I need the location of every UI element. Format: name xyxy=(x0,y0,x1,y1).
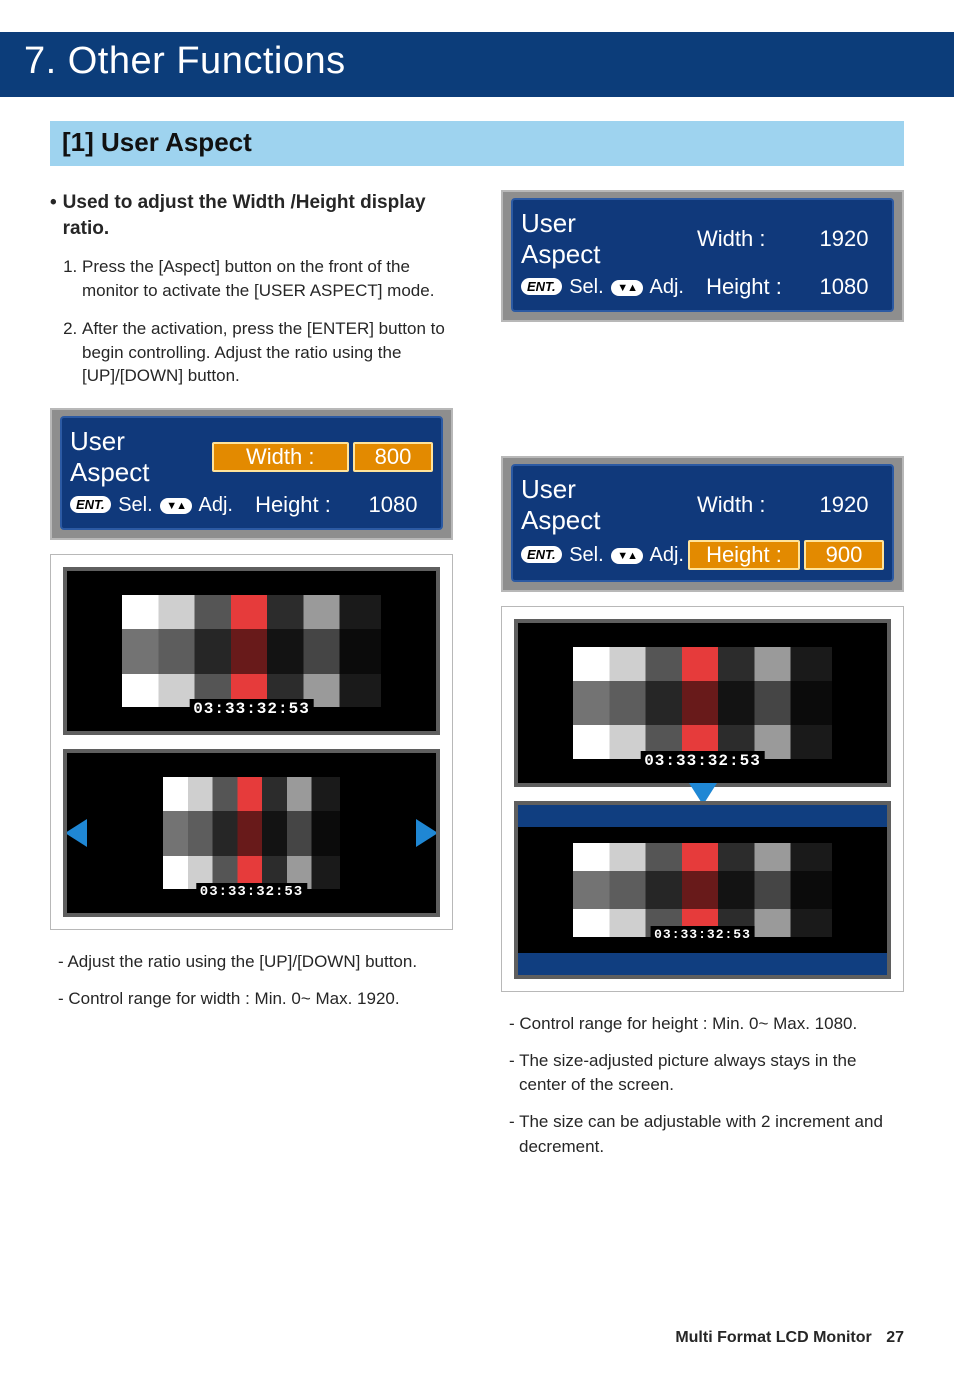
note: - The size can be adjustable with 2 incr… xyxy=(501,1110,904,1159)
width-demo: 03:33:32:53 03:33:32:53 xyxy=(50,554,453,930)
osd-height-label: Height : xyxy=(688,540,800,570)
bullet-marker: • xyxy=(50,190,57,241)
notes-right: - Control range for height : Min. 0~ Max… xyxy=(501,1012,904,1159)
screen-before: 03:33:32:53 xyxy=(514,619,891,787)
osd-width-label: Width : xyxy=(663,492,801,518)
bullet-text: Used to adjust the Width /Height display… xyxy=(63,190,453,241)
footer-title: Multi Format LCD Monitor xyxy=(675,1329,871,1346)
updown-icon: ▼▲ xyxy=(611,280,643,296)
page-footer: Multi Format LCD Monitor 27 xyxy=(675,1329,904,1347)
notes-left: - Adjust the ratio using the [UP]/[DOWN]… xyxy=(50,950,453,1011)
timecode: 03:33:32:53 xyxy=(650,926,755,943)
osd-title: User Aspect xyxy=(521,208,659,270)
updown-icon: ▼▲ xyxy=(160,498,192,514)
updown-icon: ▼▲ xyxy=(611,548,643,564)
osd-height-label: Height : xyxy=(237,492,349,518)
osd-height-value: 900 xyxy=(804,540,884,570)
ent-icon: ENT. xyxy=(70,496,111,513)
timecode: 03:33:32:53 xyxy=(196,883,307,901)
osd-panel-default: User Aspect Width : 1920 ENT. Sel. ▼▲ Ad… xyxy=(501,190,904,322)
note: - Adjust the ratio using the [UP]/[DOWN]… xyxy=(50,950,453,975)
osd-title: User Aspect xyxy=(70,426,208,488)
osd-controls: ENT. Sel. ▼▲ Adj. xyxy=(70,494,233,517)
bullet-item: • Used to adjust the Width /Height displ… xyxy=(50,190,453,241)
footer-page-number: 27 xyxy=(886,1329,904,1346)
screen-after-narrow: 03:33:32:53 xyxy=(63,749,440,917)
osd-width-value: 800 xyxy=(353,442,433,472)
height-demo: 03:33:32:53 03:33:32:53 xyxy=(501,606,904,992)
timecode: 03:33:32:53 xyxy=(640,751,765,771)
osd-panel-height: User Aspect Width : 1920 ENT. Sel. ▼▲ Ad… xyxy=(501,456,904,592)
osd-controls: ENT. Sel. ▼▲ Adj. xyxy=(521,276,684,299)
osd-height-value: 1080 xyxy=(804,274,884,300)
note: - The size-adjusted picture always stays… xyxy=(501,1049,904,1098)
left-column: • Used to adjust the Width /Height displ… xyxy=(50,190,453,1171)
osd-width-value: 1920 xyxy=(804,226,884,252)
note: - Control range for height : Min. 0~ Max… xyxy=(501,1012,904,1037)
steps-list: Press the [Aspect] button on the front o… xyxy=(50,255,453,388)
timecode: 03:33:32:53 xyxy=(189,699,314,719)
osd-height-label: Height : xyxy=(688,274,800,300)
step-1: Press the [Aspect] button on the front o… xyxy=(82,255,453,303)
osd-width-label: Width : xyxy=(663,226,801,252)
osd-title: User Aspect xyxy=(521,474,659,536)
arrow-right-icon xyxy=(416,819,438,847)
screen-before: 03:33:32:53 xyxy=(63,567,440,735)
screen-after-letterbox: 03:33:32:53 xyxy=(514,801,891,979)
ent-icon: ENT. xyxy=(521,278,562,295)
osd-controls: ENT. Sel. ▼▲ Adj. xyxy=(521,544,684,567)
page-title: 7. Other Functions xyxy=(0,32,954,97)
ent-icon: ENT. xyxy=(521,546,562,563)
osd-width-value: 1920 xyxy=(804,492,884,518)
osd-width-label: Width : xyxy=(212,442,350,472)
osd-panel-width: User Aspect Width : 800 ENT. Sel. ▼▲ Adj… xyxy=(50,408,453,540)
section-heading: [1] User Aspect xyxy=(50,121,904,166)
arrow-left-icon xyxy=(65,819,87,847)
step-2: After the activation, press the [ENTER] … xyxy=(82,317,453,388)
right-column: User Aspect Width : 1920 ENT. Sel. ▼▲ Ad… xyxy=(501,190,904,1171)
osd-height-value: 1080 xyxy=(353,492,433,518)
note: - Control range for width : Min. 0~ Max.… xyxy=(50,987,453,1012)
arrow-up-icon xyxy=(689,955,717,977)
